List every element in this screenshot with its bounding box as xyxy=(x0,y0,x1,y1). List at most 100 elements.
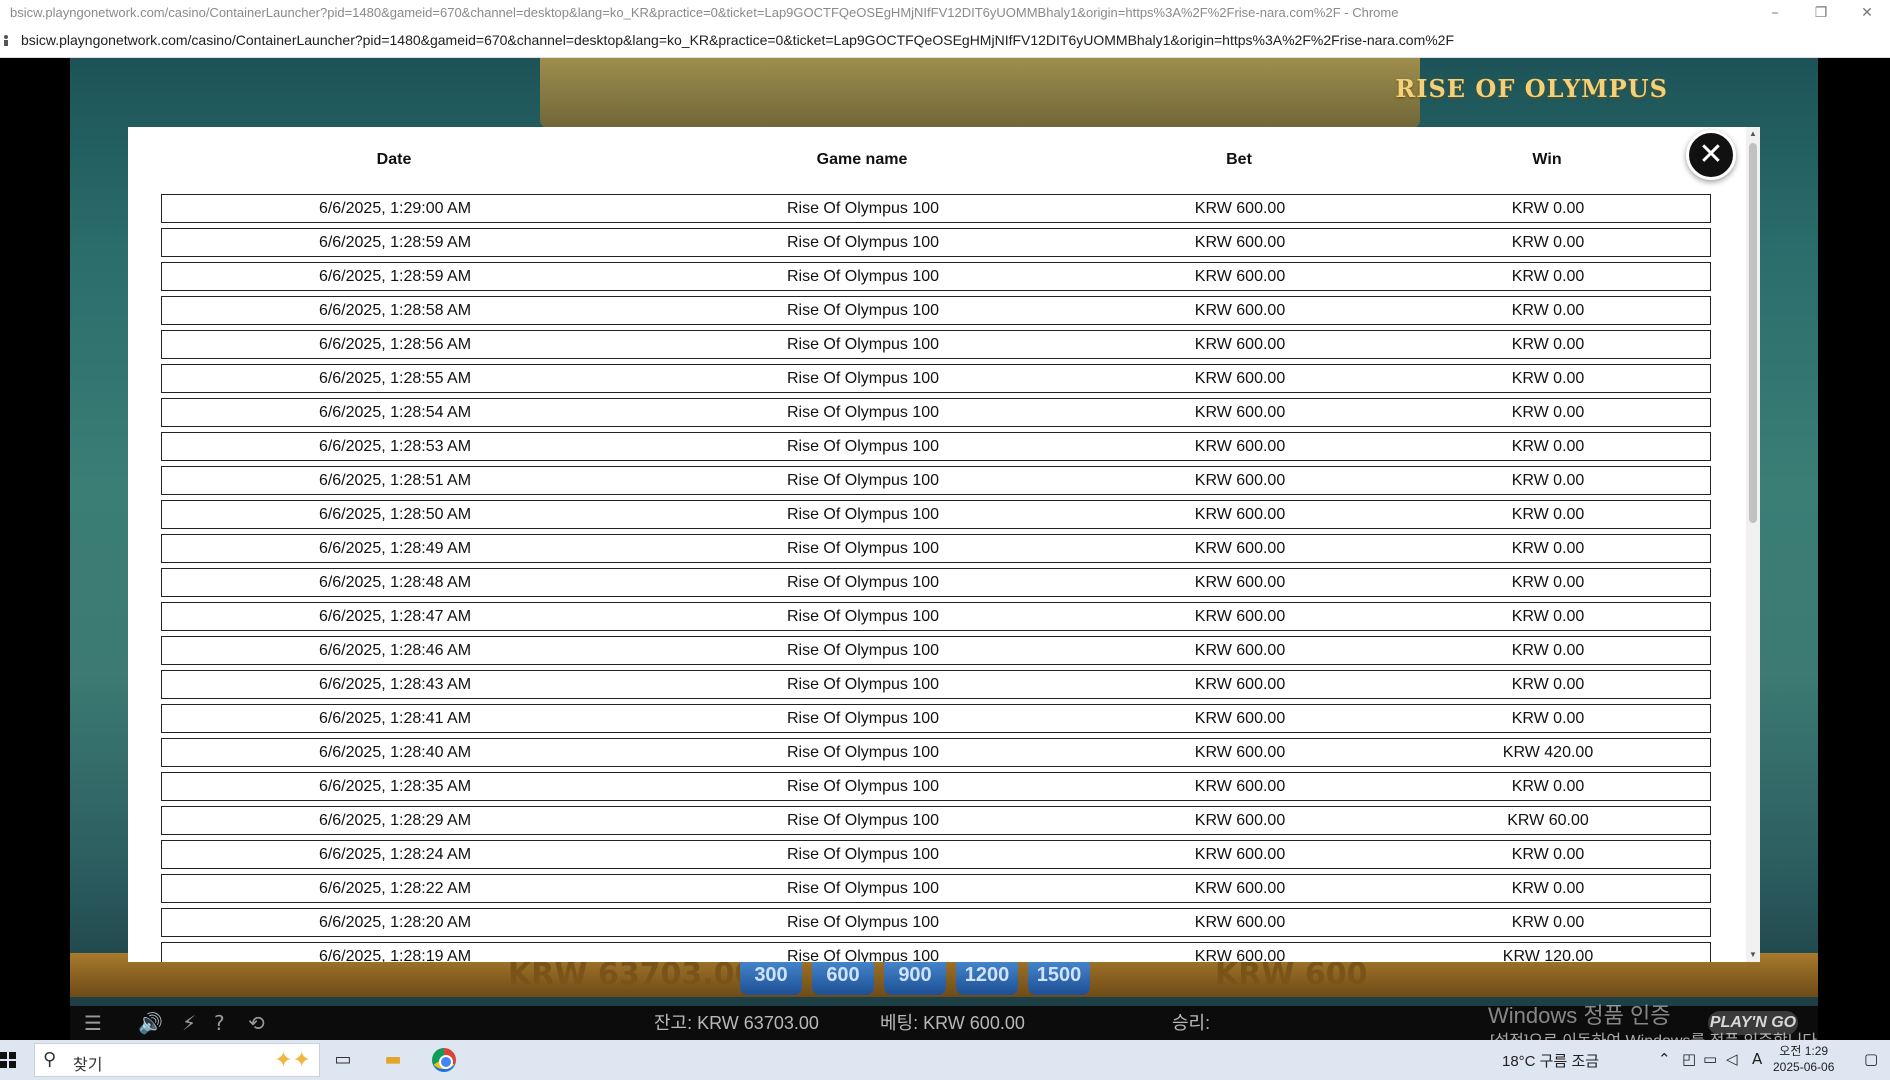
cell-game-name: Rise Of Olympus 100 xyxy=(786,846,940,863)
scroll-down-arrow-icon[interactable]: ▼ xyxy=(1748,950,1758,960)
cell-game-name: Rise Of Olympus 100 xyxy=(786,268,940,285)
cell-date: 6/6/2025, 1:28:50 AM xyxy=(318,506,472,523)
file-explorer-icon[interactable]: ▬ xyxy=(380,1048,406,1072)
scroll-up-arrow-icon[interactable]: ▲ xyxy=(1748,129,1758,139)
taskbar-search-box[interactable]: ⚲ 찾기 ✦✦ xyxy=(34,1043,320,1077)
cell-game-name: Rise Of Olympus 100 xyxy=(786,710,940,727)
cell-date: 6/6/2025, 1:28:59 AM xyxy=(318,268,472,285)
table-row: 6/6/2025, 1:28:46 AM Rise Of Olympus 100 K… xyxy=(161,636,1711,665)
table-row: 6/6/2025, 1:28:49 AM Rise Of Olympus 100 K… xyxy=(161,534,1711,563)
windows-start-icon[interactable] xyxy=(0,1050,16,1070)
table-row: 6/6/2025, 1:28:43 AM Rise Of Olympus 100 K… xyxy=(161,670,1711,699)
table-row: 6/6/2025, 1:28:47 AM Rise Of Olympus 100 K… xyxy=(161,602,1711,631)
cell-date: 6/6/2025, 1:28:49 AM xyxy=(318,540,472,557)
turbo-icon[interactable]: ⚡ xyxy=(182,1006,196,1040)
notification-icon[interactable]: ▢ xyxy=(1864,1050,1878,1068)
site-info-icon[interactable] xyxy=(2,34,10,46)
cell-bet: KRW 600.00 xyxy=(1194,914,1286,931)
history-icon[interactable]: ⟲ xyxy=(248,1006,265,1040)
cell-game-name: Rise Of Olympus 100 xyxy=(786,914,940,931)
cell-game-name: Rise Of Olympus 100 xyxy=(786,642,940,659)
cell-bet: KRW 600.00 xyxy=(1194,370,1286,387)
cell-win: KRW 0.00 xyxy=(1511,608,1585,625)
cell-date: 6/6/2025, 1:28:24 AM xyxy=(318,846,472,863)
cell-win: KRW 0.00 xyxy=(1511,574,1585,591)
cell-game-name: Rise Of Olympus 100 xyxy=(786,778,940,795)
cell-win: KRW 0.00 xyxy=(1511,404,1585,421)
search-highlight-icon: ✦✦ xyxy=(274,1048,311,1073)
table-row: 6/6/2025, 1:28:59 AM Rise Of Olympus 100 K… xyxy=(161,228,1711,257)
scroll-thumb[interactable] xyxy=(1749,143,1757,523)
cell-game-name: Rise Of Olympus 100 xyxy=(786,438,940,455)
cell-bet: KRW 600.00 xyxy=(1194,234,1286,251)
game-logo: RISE OF OLYMPUS xyxy=(1395,74,1668,103)
cell-bet: KRW 600.00 xyxy=(1194,778,1286,795)
cell-win: KRW 0.00 xyxy=(1511,914,1585,931)
cell-bet: KRW 600.00 xyxy=(1194,948,1286,962)
restore-button[interactable]: ❐ xyxy=(1798,0,1844,26)
cell-win: KRW 0.00 xyxy=(1511,234,1585,251)
cell-win: KRW 0.00 xyxy=(1511,506,1585,523)
cell-game-name: Rise Of Olympus 100 xyxy=(786,370,940,387)
cell-game-name: Rise Of Olympus 100 xyxy=(786,608,940,625)
cell-win: KRW 0.00 xyxy=(1511,676,1585,693)
cell-bet: KRW 600.00 xyxy=(1194,608,1286,625)
cell-bet: KRW 600.00 xyxy=(1194,438,1286,455)
volume-icon[interactable]: ◁ xyxy=(1726,1050,1738,1068)
close-modal-button[interactable]: ✕ xyxy=(1686,130,1736,180)
cell-win: KRW 0.00 xyxy=(1511,200,1585,217)
help-icon[interactable]: ? xyxy=(214,1006,225,1040)
taskbar-clock[interactable]: 오전 1:29 2025-06-06 xyxy=(1773,1043,1834,1075)
cell-date: 6/6/2025, 1:29:00 AM xyxy=(318,200,472,217)
cell-bet: KRW 600.00 xyxy=(1194,540,1286,557)
chrome-taskbar-icon[interactable] xyxy=(432,1048,456,1072)
close-window-button[interactable]: ✕ xyxy=(1844,0,1890,26)
cell-bet: KRW 600.00 xyxy=(1194,336,1286,353)
cell-date: 6/6/2025, 1:28:29 AM xyxy=(318,812,472,829)
tray-app-icon[interactable]: ◰ xyxy=(1682,1050,1696,1068)
table-row: 6/6/2025, 1:28:35 AM Rise Of Olympus 100 K… xyxy=(161,772,1711,801)
cell-bet: KRW 600.00 xyxy=(1194,676,1286,693)
table-row: 6/6/2025, 1:28:20 AM Rise Of Olympus 100 K… xyxy=(161,908,1711,937)
cell-game-name: Rise Of Olympus 100 xyxy=(786,506,940,523)
modal-scrollbar[interactable]: ▲ ▼ xyxy=(1746,127,1760,962)
network-icon[interactable]: ▭ xyxy=(1703,1050,1717,1068)
table-row: 6/6/2025, 1:28:22 AM Rise Of Olympus 100 K… xyxy=(161,874,1711,903)
cell-bet: KRW 600.00 xyxy=(1194,880,1286,897)
table-row: 6/6/2025, 1:28:50 AM Rise Of Olympus 100 K… xyxy=(161,500,1711,529)
cell-date: 6/6/2025, 1:28:56 AM xyxy=(318,336,472,353)
cell-win: KRW 420.00 xyxy=(1502,744,1594,761)
cell-bet: KRW 600.00 xyxy=(1194,812,1286,829)
ime-indicator[interactable]: A xyxy=(1752,1050,1762,1068)
table-row: 6/6/2025, 1:28:54 AM Rise Of Olympus 100 K… xyxy=(161,398,1711,427)
cell-win: KRW 0.00 xyxy=(1511,880,1585,897)
cell-date: 6/6/2025, 1:28:19 AM xyxy=(318,948,472,962)
cell-win: KRW 0.00 xyxy=(1511,302,1585,319)
windows-activation-title: Windows 정품 인증 xyxy=(1488,1003,1671,1028)
header-date: Date xyxy=(376,151,412,168)
address-bar[interactable]: bsicw.playngonetwork.com/casino/Containe… xyxy=(0,26,1890,58)
table-row: 6/6/2025, 1:28:55 AM Rise Of Olympus 100 K… xyxy=(161,364,1711,393)
sound-icon[interactable]: 🔊 xyxy=(138,1006,163,1040)
cell-date: 6/6/2025, 1:28:51 AM xyxy=(318,472,472,489)
cell-bet: KRW 600.00 xyxy=(1194,744,1286,761)
status-balance: 잔고: KRW 63703.00 xyxy=(654,1013,819,1033)
window-controls: – ❐ ✕ xyxy=(1752,0,1890,26)
cell-game-name: Rise Of Olympus 100 xyxy=(786,948,940,962)
cell-date: 6/6/2025, 1:28:22 AM xyxy=(318,880,472,897)
history-modal: Date Game name Bet Win 6/6/2025, 1:29:00… xyxy=(128,127,1760,962)
cell-bet: KRW 600.00 xyxy=(1194,506,1286,523)
cell-game-name: Rise Of Olympus 100 xyxy=(786,744,940,761)
task-view-icon[interactable]: ▭ xyxy=(330,1048,356,1072)
menu-icon[interactable]: ☰ xyxy=(84,1006,102,1040)
table-row: 6/6/2025, 1:28:51 AM Rise Of Olympus 100 K… xyxy=(161,466,1711,495)
url-text[interactable]: bsicw.playngonetwork.com/casino/Containe… xyxy=(21,26,1454,54)
clock-time: 오전 1:29 xyxy=(1779,1044,1829,1058)
cell-date: 6/6/2025, 1:28:47 AM xyxy=(318,608,472,625)
browser-title: bsicw.playngonetwork.com/casino/Containe… xyxy=(10,5,1399,20)
table-row: 6/6/2025, 1:28:56 AM Rise Of Olympus 100 K… xyxy=(161,330,1711,359)
minimize-button[interactable]: – xyxy=(1752,0,1798,26)
weather-widget[interactable]: 18°C 구름 조금 xyxy=(1502,1050,1599,1071)
tray-chevron-icon[interactable]: ⌃ xyxy=(1658,1050,1671,1068)
cell-date: 6/6/2025, 1:28:48 AM xyxy=(318,574,472,591)
